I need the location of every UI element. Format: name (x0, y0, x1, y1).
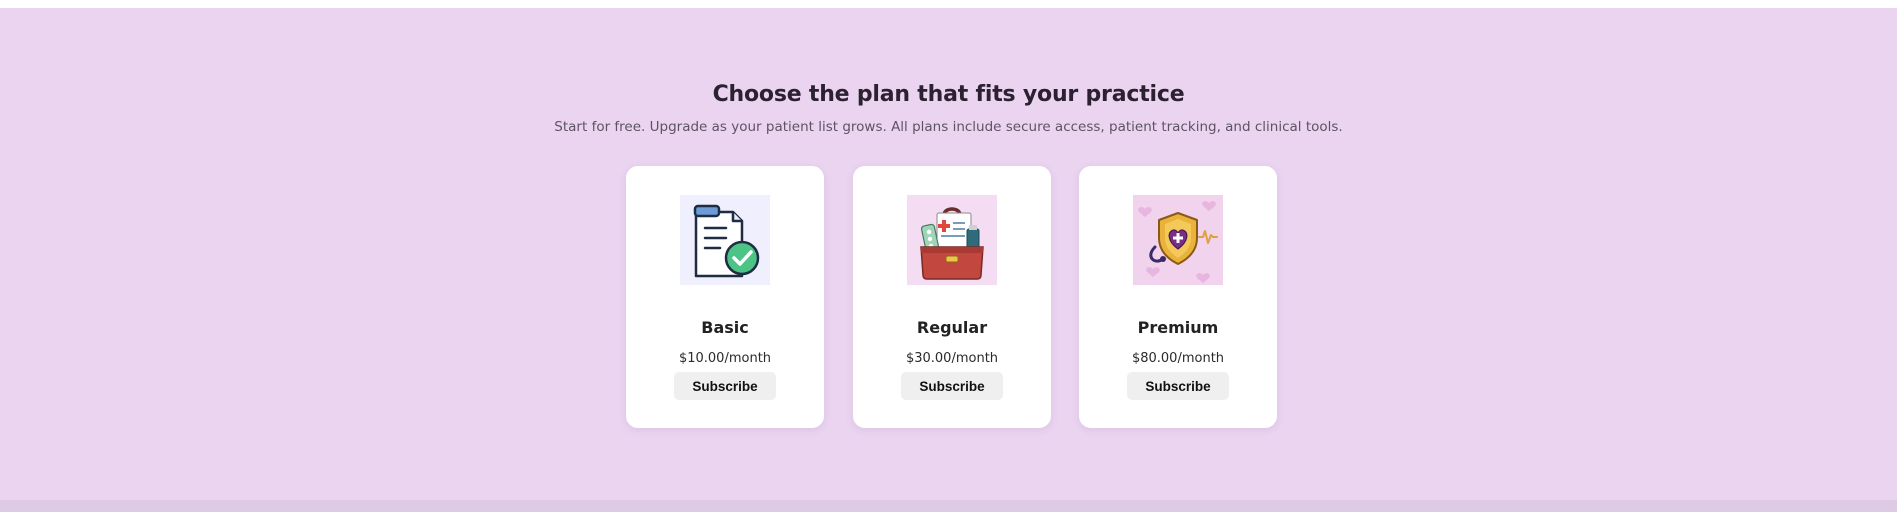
plan-price: $30.00/month (905, 351, 999, 366)
subscribe-regular-button[interactable]: Subscribe (901, 372, 1003, 400)
pricing-subheading: Start for free. Upgrade as your patient … (554, 119, 1343, 135)
pricing-heading: Choose the plan that fits your practice (712, 82, 1185, 107)
plan-price: $10.00/month (678, 351, 772, 366)
plan-name: Premium (1137, 318, 1219, 337)
plan-name: Basic (701, 318, 749, 337)
plan-card-premium: Premium $80.00/month Subscribe (1079, 166, 1277, 428)
subscribe-basic-button[interactable]: Subscribe (674, 372, 776, 400)
shield-heart-stethoscope-icon (1133, 195, 1223, 285)
plan-price: $80.00/month (1131, 351, 1225, 366)
plan-name: Regular (916, 318, 988, 337)
footer-strip (0, 500, 1897, 512)
page: Choose the plan that fits your practice … (0, 0, 1897, 512)
subscribe-premium-button[interactable]: Subscribe (1127, 372, 1229, 400)
plan-image-premium (1133, 195, 1223, 285)
plan-card-regular: Regular $30.00/month Subscribe (853, 166, 1051, 428)
plan-image-regular (907, 195, 997, 285)
plan-card-basic: Basic $10.00/month Subscribe (626, 166, 824, 428)
plan-image-basic (680, 195, 770, 285)
medical-bag-icon (907, 195, 997, 285)
clipboard-check-icon (680, 195, 770, 285)
